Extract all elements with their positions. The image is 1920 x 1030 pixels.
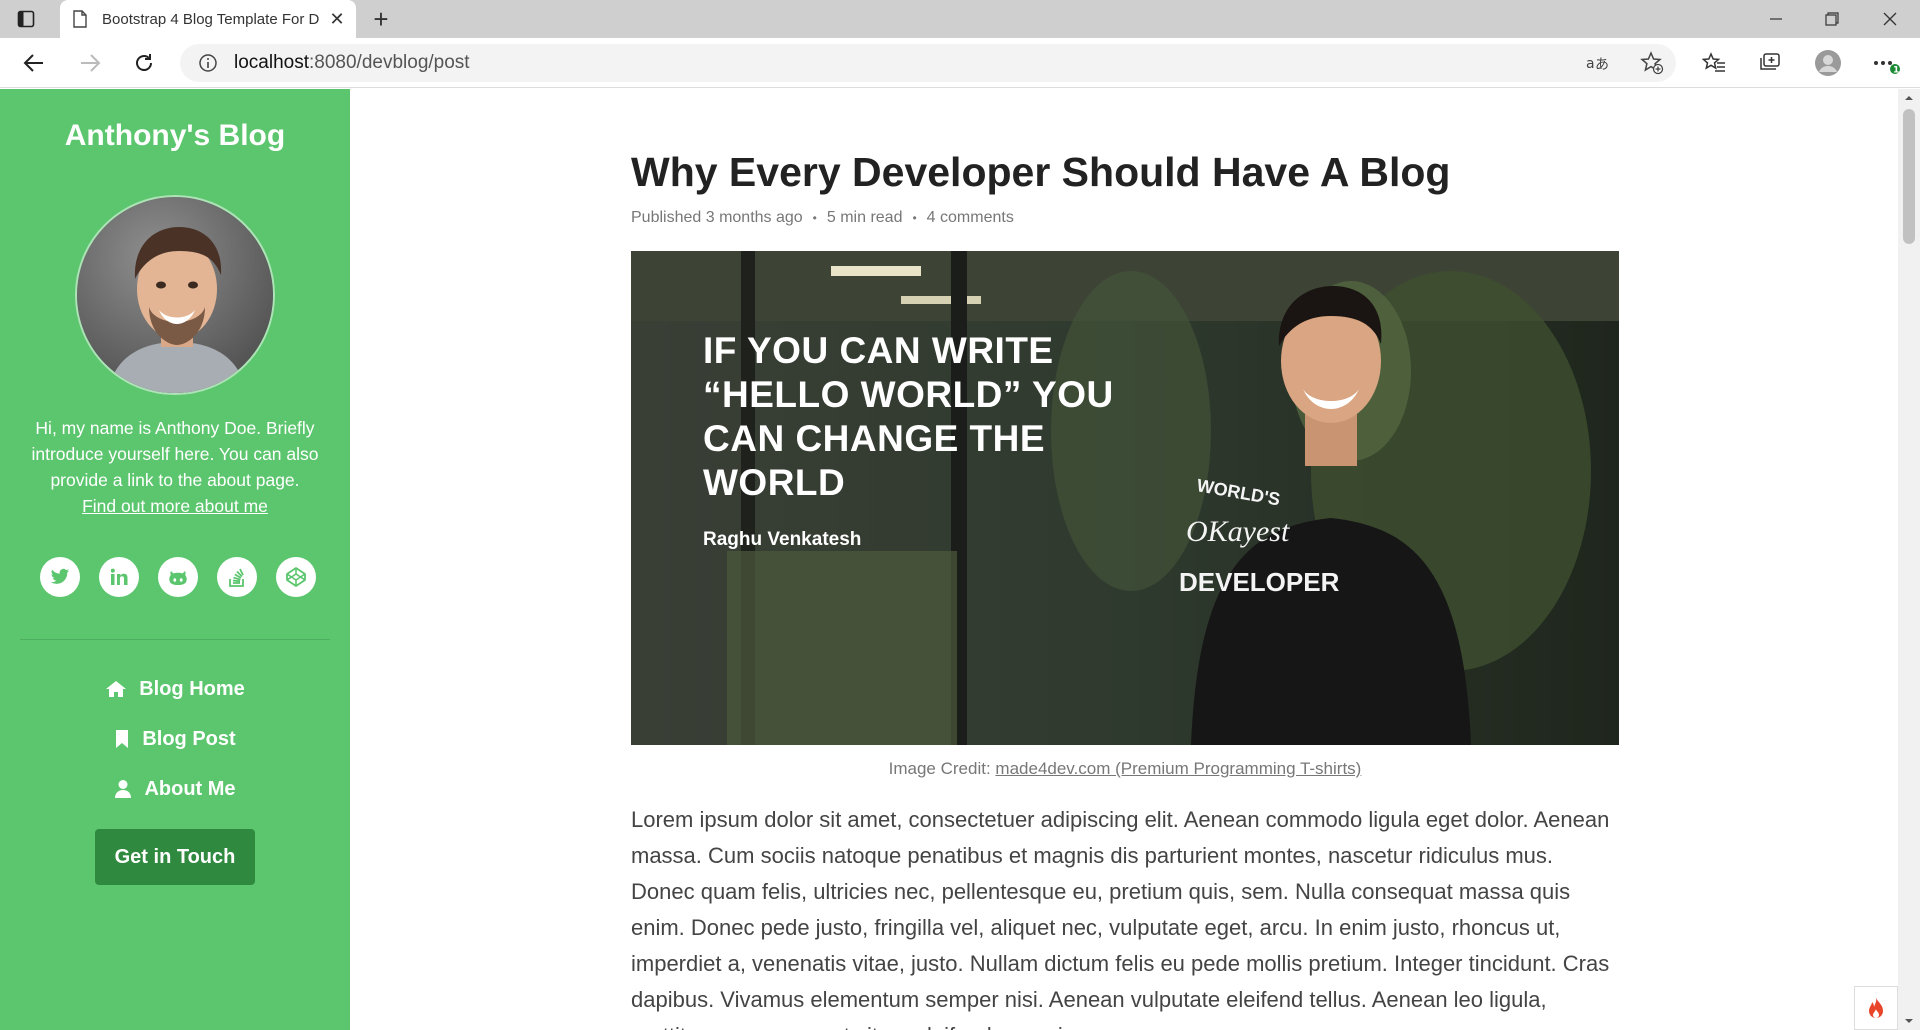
twitter-icon[interactable] [40, 557, 80, 597]
read-time: 5 min read [826, 209, 903, 226]
svg-text:DEVELOPER: DEVELOPER [1179, 567, 1340, 597]
info-icon[interactable] [198, 53, 218, 73]
sidebar-item-label: Blog Post [142, 727, 236, 750]
caption-prefix: Image Credit: [888, 759, 991, 778]
comment-count[interactable]: 4 comments [927, 209, 1014, 227]
sidebar-divider [20, 639, 330, 640]
about-link[interactable]: Find out more about me [82, 496, 268, 516]
user-icon [115, 780, 132, 798]
image-caption: Image Credit: made4dev.com (Premium Prog… [631, 759, 1619, 779]
address-bar: localhost:8080/devblog/post aあ 1 [0, 38, 1920, 88]
add-favorite-icon[interactable] [1638, 50, 1666, 76]
url-field[interactable]: localhost:8080/devblog/post aあ [180, 44, 1676, 82]
post-meta: Published 3 months ago • 5 min read • 4 … [631, 209, 1014, 227]
meta-separator: • [912, 211, 917, 225]
more-icon[interactable]: 1 [1868, 46, 1904, 80]
home-icon [106, 681, 127, 697]
sidebar: Anthony's Blog Hi, my name is Anthony Do… [0, 89, 350, 1030]
intro-paragraph: Hi, my name is Anthony Doe. Briefly intr… [31, 418, 319, 490]
refresh-icon[interactable] [126, 46, 162, 80]
linkedin-icon[interactable] [99, 557, 139, 597]
scroll-thumb[interactable] [1903, 109, 1915, 244]
close-icon[interactable]: ✕ [328, 9, 346, 29]
url-host: localhost [234, 52, 309, 73]
github-icon[interactable] [158, 557, 198, 597]
minimize-icon[interactable] [1748, 0, 1804, 38]
svg-text:OKayest: OKayest [1186, 515, 1290, 548]
sidebar-item-about-me[interactable]: About Me [0, 771, 350, 807]
bookmark-icon [116, 730, 129, 748]
sidebar-item-blog-home[interactable]: Blog Home [0, 671, 350, 707]
post-body: Lorem ipsum dolor sit amet, consectetuer… [631, 807, 1610, 1030]
scroll-up-icon[interactable] [1904, 93, 1914, 103]
main-content: Why Every Developer Should Have A Blog P… [350, 89, 1898, 1030]
back-arrow-icon[interactable] [16, 46, 52, 80]
page-icon [73, 10, 87, 28]
social-links [40, 557, 316, 597]
meta-separator: • [812, 211, 817, 225]
svg-text:1: 1 [1893, 66, 1899, 76]
blog-name[interactable]: Anthony's Blog [0, 119, 350, 153]
profile-icon[interactable] [1810, 46, 1846, 80]
scroll-down-icon[interactable] [1904, 1016, 1914, 1026]
favorites-icon[interactable] [1696, 46, 1732, 80]
intro-text: Hi, my name is Anthony Doe. Briefly intr… [28, 415, 322, 519]
post-title: Why Every Developer Should Have A Blog [631, 149, 1451, 195]
get-in-touch-button[interactable]: Get in Touch [95, 829, 255, 885]
browser-tab[interactable]: Bootstrap 4 Blog Template For D ✕ [60, 0, 356, 38]
tab-actions-icon[interactable] [14, 8, 38, 30]
fire-icon[interactable] [1854, 986, 1898, 1030]
svg-text:あ: あ [1595, 57, 1609, 73]
sidebar-item-label: Blog Home [139, 677, 245, 700]
tab-bar: Bootstrap 4 Blog Template For D ✕ + [0, 0, 1920, 38]
forward-arrow-icon[interactable] [72, 46, 108, 80]
codepen-icon[interactable] [276, 557, 316, 597]
sidebar-item-blog-post[interactable]: Blog Post [0, 721, 350, 757]
hero-quote: IF YOU CAN WRITE “HELLO WORLD” YOU CAN C… [703, 330, 1114, 503]
window-close-icon[interactable] [1862, 0, 1918, 38]
svg-text:a: a [1586, 56, 1595, 72]
avatar [75, 195, 275, 395]
scrollbar[interactable] [1898, 89, 1920, 1030]
published-date: Published 3 months ago [631, 209, 803, 226]
hero-author: Raghu Venkatesh [703, 529, 862, 550]
stack-overflow-icon[interactable] [217, 557, 257, 597]
tab-title: Bootstrap 4 Blog Template For D [102, 10, 320, 28]
plus-icon[interactable]: + [368, 4, 394, 34]
restore-icon[interactable] [1804, 0, 1860, 38]
hero-image: WORLD'S OKayest DEVELOPER IF YOU CAN WRI… [631, 251, 1619, 745]
collections-icon[interactable] [1752, 46, 1788, 80]
read-aloud-icon[interactable]: aあ [1584, 50, 1612, 76]
url-path: :8080/devblog/post [309, 52, 470, 73]
image-credit-link[interactable]: made4dev.com (Premium Programming T-shir… [995, 759, 1361, 778]
sidebar-item-label: About Me [144, 777, 236, 800]
